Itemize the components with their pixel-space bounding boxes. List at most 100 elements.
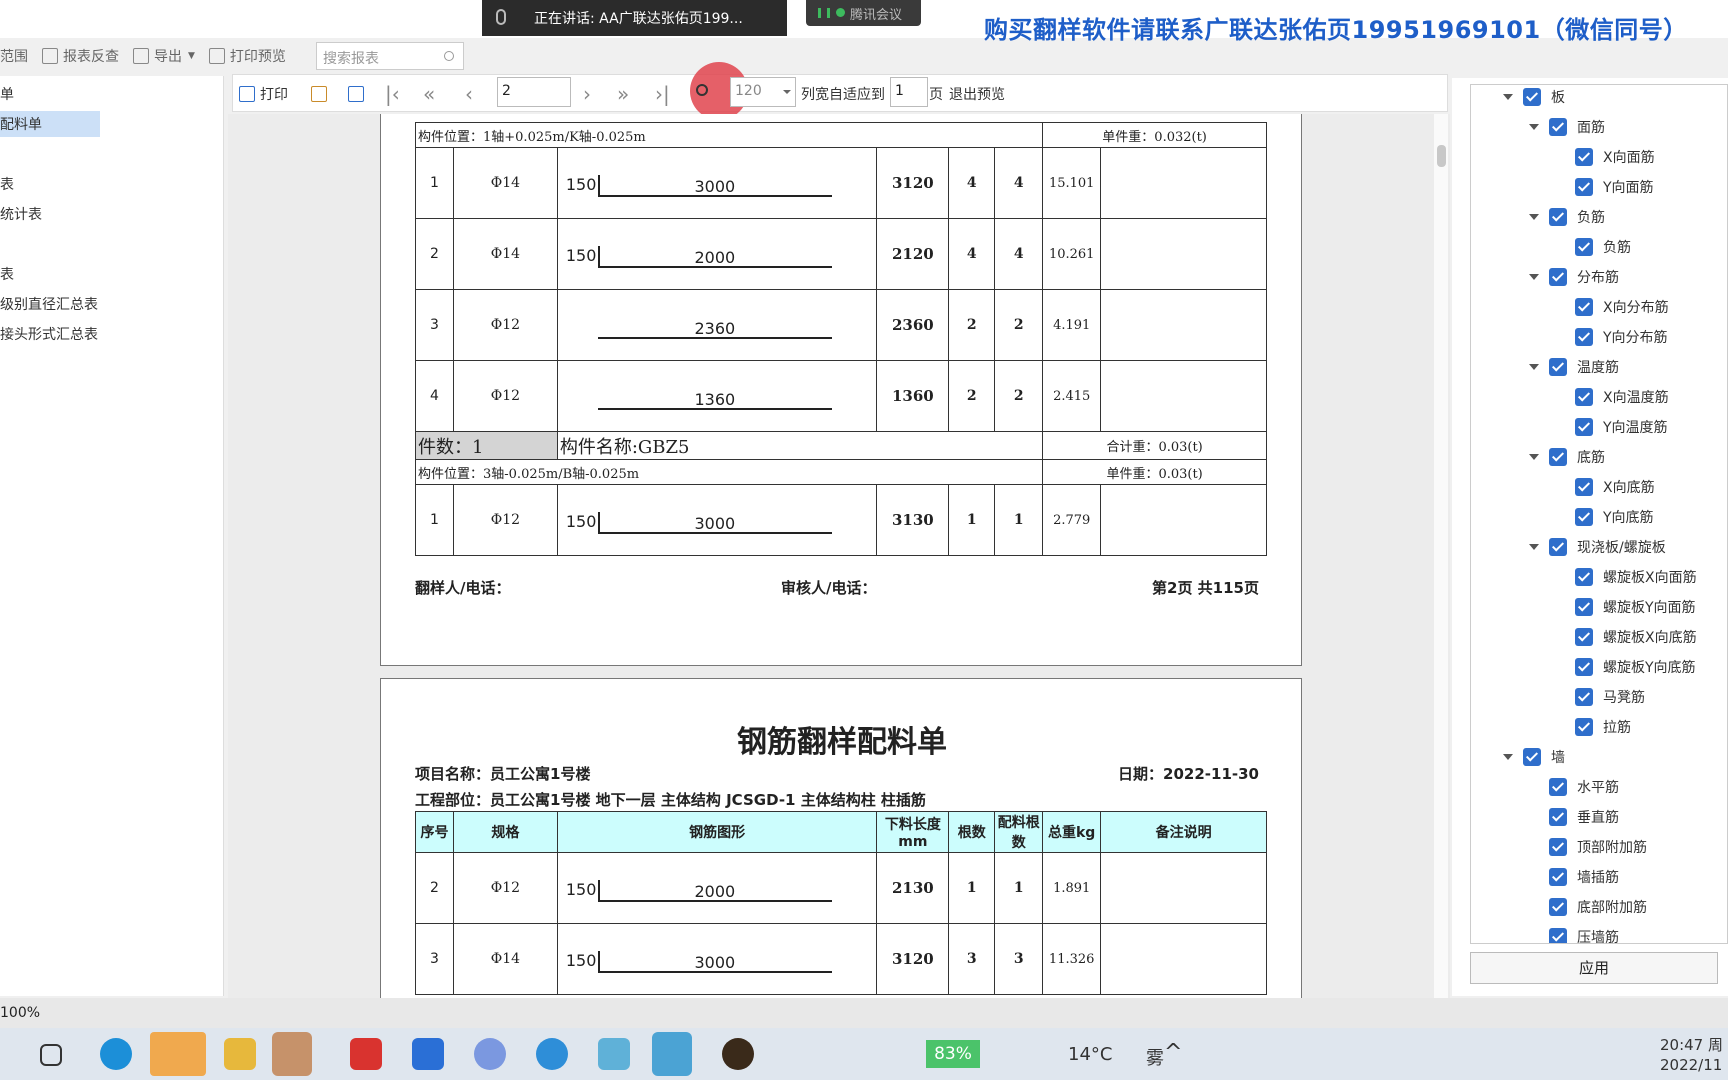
report-list-item[interactable]: 表 bbox=[0, 264, 14, 284]
edge-icon[interactable] bbox=[100, 1038, 132, 1070]
page-setup-button[interactable] bbox=[311, 75, 332, 113]
expand-caret-icon[interactable] bbox=[1503, 94, 1513, 100]
rebar-software-icon[interactable] bbox=[272, 1032, 312, 1076]
tree-node[interactable]: 现浇板/螺旋板 bbox=[1529, 537, 1666, 557]
checkbox-checked-icon[interactable] bbox=[1549, 838, 1567, 856]
wechat-icon[interactable] bbox=[150, 1032, 206, 1076]
tree-node[interactable]: 顶部附加筋 bbox=[1549, 837, 1647, 857]
checkbox-checked-icon[interactable] bbox=[1549, 208, 1567, 226]
tree-node[interactable]: X向温度筋 bbox=[1575, 387, 1669, 407]
report-list-item[interactable]: 级别直径汇总表 bbox=[0, 294, 98, 314]
tree-node[interactable]: 面筋 bbox=[1529, 117, 1605, 137]
copy-button[interactable] bbox=[348, 75, 369, 113]
prev-page-button[interactable]: ‹ bbox=[465, 75, 473, 113]
expand-caret-icon[interactable] bbox=[1529, 544, 1539, 550]
checkbox-checked-icon[interactable] bbox=[1575, 328, 1593, 346]
file-explorer-icon[interactable] bbox=[224, 1038, 256, 1070]
checkbox-checked-icon[interactable] bbox=[1575, 568, 1593, 586]
task-view-icon[interactable] bbox=[40, 1044, 62, 1066]
checkbox-checked-icon[interactable] bbox=[1549, 898, 1567, 916]
search-report-input[interactable]: 搜索报表 bbox=[316, 42, 464, 70]
checkbox-checked-icon[interactable] bbox=[1575, 658, 1593, 676]
tree-node[interactable]: 分布筋 bbox=[1529, 267, 1619, 287]
report-list-item[interactable]: 表 bbox=[0, 174, 14, 194]
tree-node[interactable]: 垂直筋 bbox=[1549, 807, 1619, 827]
clock-time[interactable]: 20:47 周 bbox=[1660, 1034, 1723, 1055]
tree-node[interactable]: Y向面筋 bbox=[1575, 177, 1654, 197]
tree-node[interactable]: 压墙筋 bbox=[1549, 927, 1619, 943]
tree-node[interactable]: 墙 bbox=[1503, 747, 1565, 767]
category-tree[interactable]: 板面筋 X向面筋 Y向面筋 负筋 负筋 分布筋 X向分布筋 Y向分布筋 温度筋 X向温度筋 Y向温度… bbox=[1470, 84, 1728, 944]
checkbox-checked-icon[interactable] bbox=[1575, 508, 1593, 526]
checkbox-checked-icon[interactable] bbox=[1575, 418, 1593, 436]
photos-icon[interactable] bbox=[412, 1038, 444, 1070]
checkbox-checked-icon[interactable] bbox=[1575, 298, 1593, 316]
checkbox-checked-icon[interactable] bbox=[1575, 148, 1593, 166]
first-page-button[interactable]: |‹ bbox=[385, 75, 400, 113]
checkbox-checked-icon[interactable] bbox=[1549, 928, 1567, 943]
print-button[interactable]: 打印 bbox=[239, 75, 288, 113]
print-preview-area[interactable]: 构件位置：1轴+0.025m/K轴-0.025m 单件重：0.032(t) 1 Φ1… bbox=[228, 114, 1450, 998]
fit-pages-input[interactable]: 1 bbox=[890, 77, 928, 107]
expand-caret-icon[interactable] bbox=[1529, 124, 1539, 130]
tree-node[interactable]: 螺旋板Y向面筋 bbox=[1575, 597, 1696, 617]
checkbox-checked-icon[interactable] bbox=[1549, 118, 1567, 136]
expand-caret-icon[interactable] bbox=[1529, 274, 1539, 280]
cube-app-icon[interactable] bbox=[598, 1038, 630, 1070]
report-list-item[interactable]: 单 bbox=[0, 84, 14, 104]
tree-node[interactable]: 温度筋 bbox=[1529, 357, 1619, 377]
tree-node[interactable]: 底部附加筋 bbox=[1549, 897, 1647, 917]
checkbox-checked-icon[interactable] bbox=[1549, 448, 1567, 466]
checkbox-checked-icon[interactable] bbox=[1575, 718, 1593, 736]
checkbox-checked-icon[interactable] bbox=[1549, 808, 1567, 826]
checkbox-checked-icon[interactable] bbox=[1575, 478, 1593, 496]
weather[interactable]: 雾 bbox=[1146, 1044, 1164, 1070]
clock-date[interactable]: 2022/11 bbox=[1660, 1056, 1722, 1074]
temperature[interactable]: 14°C bbox=[1068, 1044, 1112, 1065]
exit-preview-button[interactable]: 退出预览 bbox=[949, 75, 1005, 113]
tree-node[interactable]: Y向底筋 bbox=[1575, 507, 1654, 527]
checkbox-checked-icon[interactable] bbox=[1549, 358, 1567, 376]
checkbox-checked-icon[interactable] bbox=[1575, 688, 1593, 706]
checkbox-checked-icon[interactable] bbox=[1549, 268, 1567, 286]
report-check-button[interactable]: 报表反查 bbox=[42, 46, 119, 66]
export-button[interactable]: 导出 ▼ bbox=[133, 46, 195, 66]
scrollbar-thumb[interactable] bbox=[1437, 145, 1446, 167]
tree-node[interactable]: 负筋 bbox=[1529, 207, 1605, 227]
checkbox-checked-icon[interactable] bbox=[1549, 778, 1567, 796]
tree-node[interactable]: X向底筋 bbox=[1575, 477, 1655, 497]
page-number-input[interactable]: 2 bbox=[497, 77, 571, 107]
checkbox-checked-icon[interactable] bbox=[1575, 178, 1593, 196]
tree-node[interactable]: 底筋 bbox=[1529, 447, 1605, 467]
tree-node[interactable]: 水平筋 bbox=[1549, 777, 1619, 797]
tree-node[interactable]: 螺旋板Y向底筋 bbox=[1575, 657, 1696, 677]
checkbox-checked-icon[interactable] bbox=[1523, 88, 1541, 106]
report-list-item-selected[interactable]: 配料单 bbox=[0, 114, 42, 134]
wps-icon[interactable] bbox=[350, 1038, 382, 1070]
tree-node[interactable]: 螺旋板X向面筋 bbox=[1575, 567, 1697, 587]
battery-indicator[interactable]: 83% bbox=[926, 1040, 980, 1068]
tree-node[interactable]: 负筋 bbox=[1575, 237, 1631, 257]
tree-node[interactable]: Y向温度筋 bbox=[1575, 417, 1668, 437]
checkbox-checked-icon[interactable] bbox=[1523, 748, 1541, 766]
checkbox-checked-icon[interactable] bbox=[1549, 538, 1567, 556]
tree-node[interactable]: 板 bbox=[1503, 87, 1565, 107]
tree-node[interactable]: X向面筋 bbox=[1575, 147, 1655, 167]
expand-caret-icon[interactable] bbox=[1529, 364, 1539, 370]
prev-ten-button[interactable]: « bbox=[423, 75, 435, 113]
report-list-item[interactable]: 统计表 bbox=[0, 204, 42, 224]
expand-caret-icon[interactable] bbox=[1529, 214, 1539, 220]
search-icon[interactable] bbox=[444, 51, 454, 61]
report-list-item[interactable]: 接头形式汇总表 bbox=[0, 324, 98, 344]
vertical-scrollbar[interactable] bbox=[1434, 114, 1448, 998]
zoom-magnifier-icon[interactable] bbox=[696, 84, 708, 96]
tree-node[interactable]: 螺旋板X向底筋 bbox=[1575, 627, 1697, 647]
cube-app-2-icon[interactable] bbox=[652, 1032, 692, 1076]
next-ten-button[interactable]: » bbox=[617, 75, 629, 113]
tree-node[interactable]: 马凳筋 bbox=[1575, 687, 1645, 707]
checkbox-checked-icon[interactable] bbox=[1549, 868, 1567, 886]
expand-caret-icon[interactable] bbox=[1503, 754, 1513, 760]
expand-caret-icon[interactable] bbox=[1529, 454, 1539, 460]
next-page-button[interactable]: › bbox=[583, 75, 591, 113]
checkbox-checked-icon[interactable] bbox=[1575, 628, 1593, 646]
